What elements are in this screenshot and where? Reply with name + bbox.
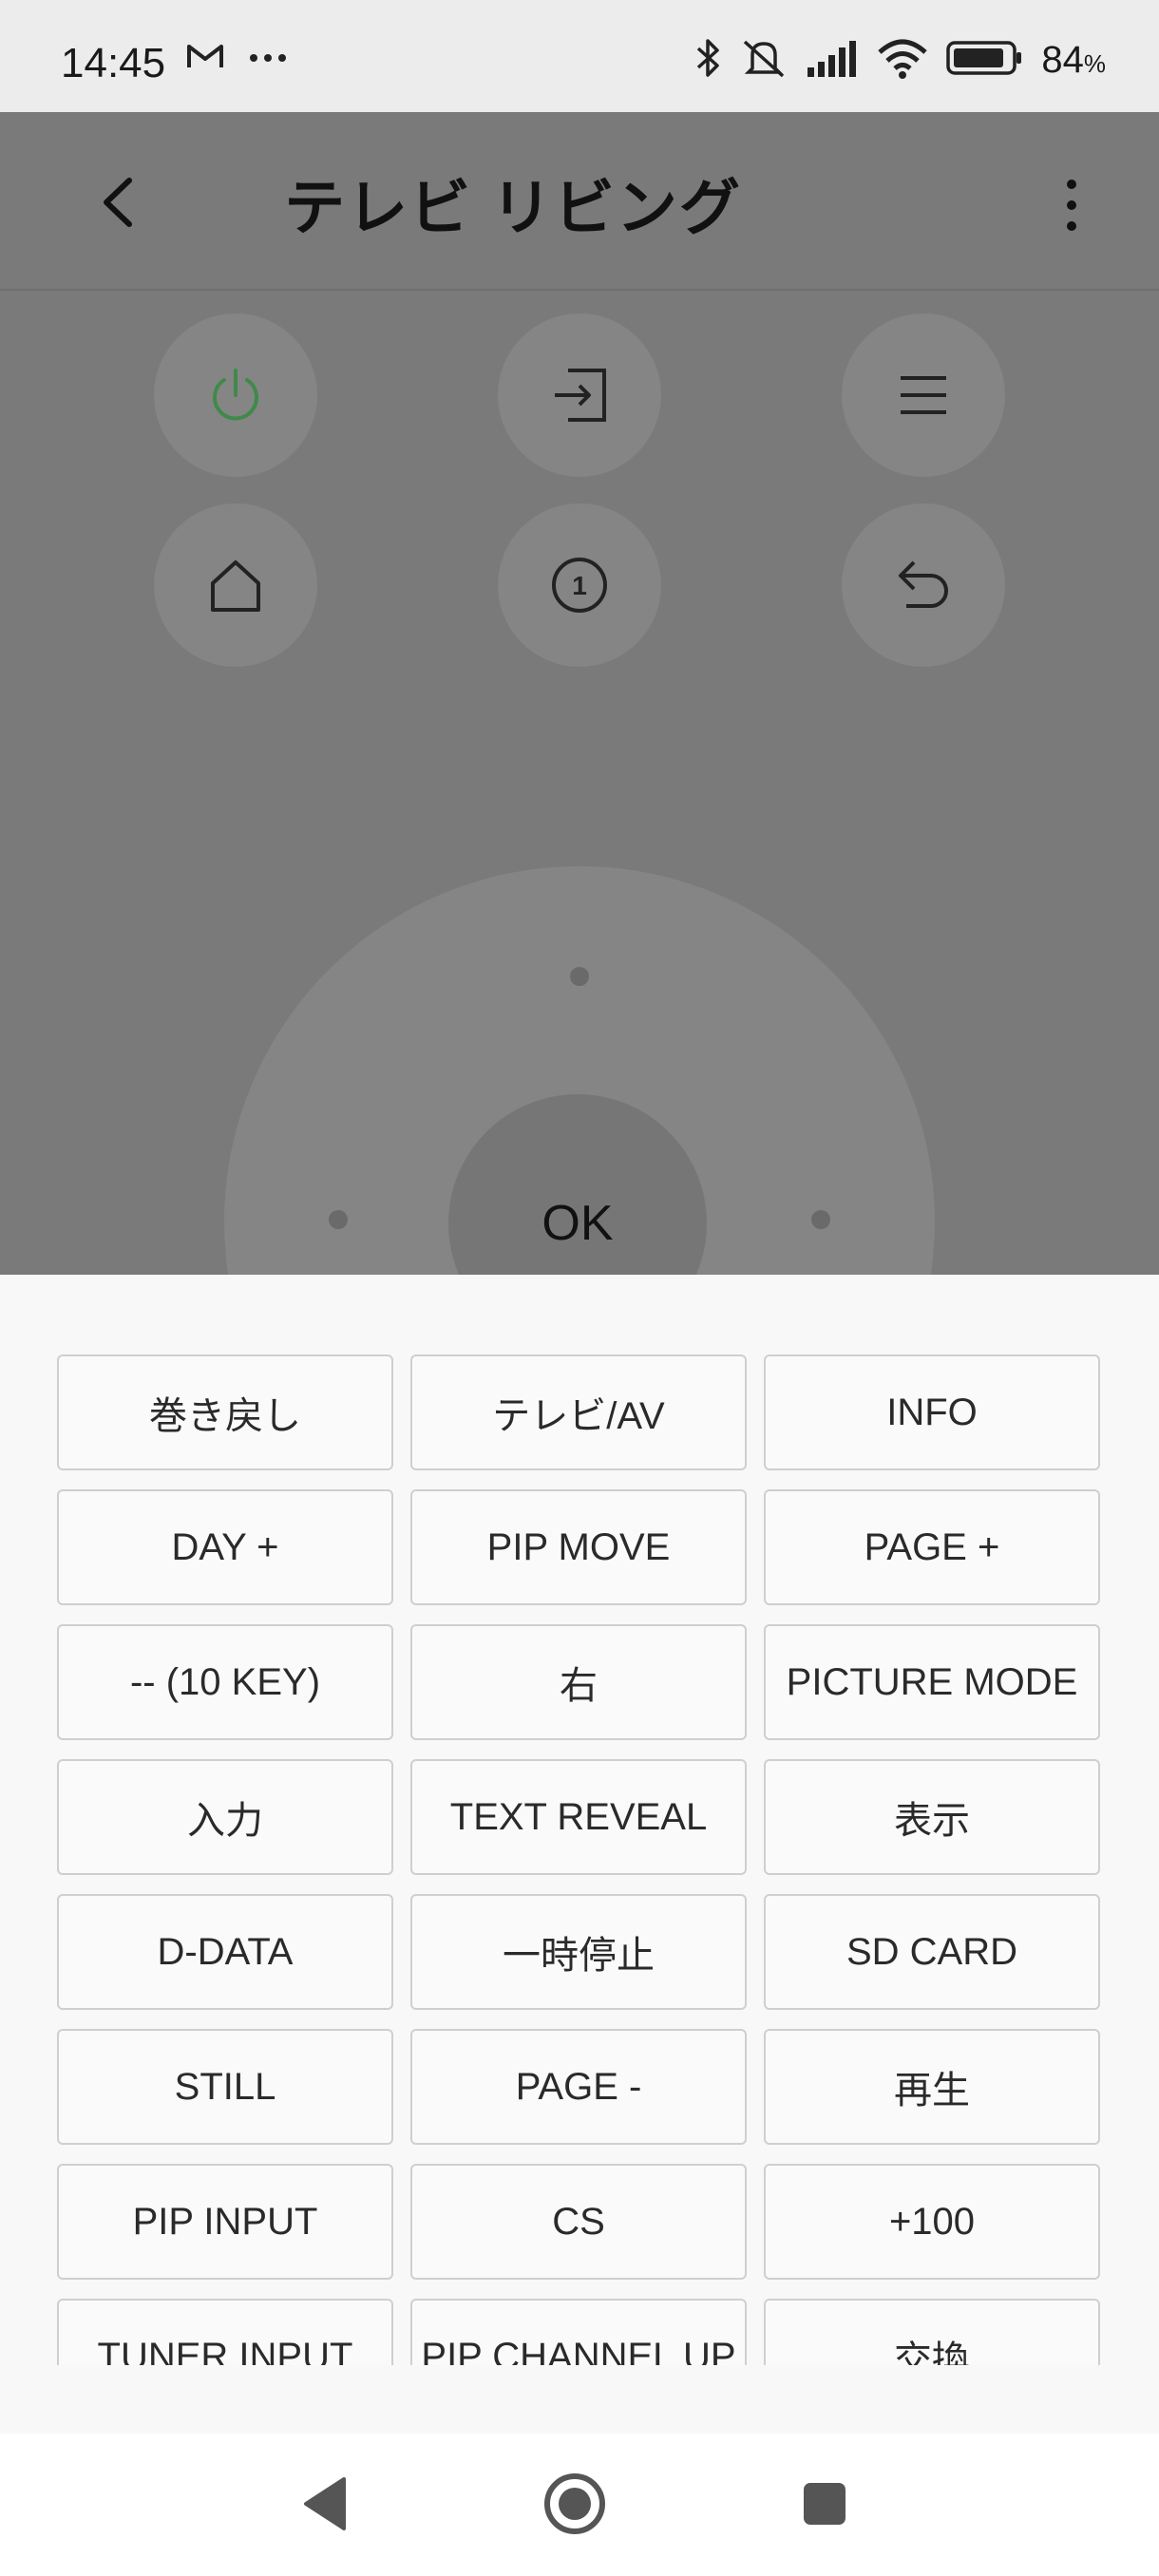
nav-home-button[interactable] (537, 2466, 613, 2542)
key-button[interactable]: PIP MOVE (410, 1489, 747, 1605)
more-vert-icon (1067, 180, 1076, 231)
power-button[interactable] (154, 313, 317, 477)
dpad-up-button[interactable] (570, 967, 589, 986)
nav-back-button[interactable] (287, 2466, 363, 2542)
nav-back-icon (304, 2477, 346, 2530)
input-icon (555, 369, 606, 422)
more-notifications-icon (249, 50, 287, 67)
key-button[interactable]: 右 (410, 1624, 747, 1740)
key-button[interactable]: テレビ/AV (410, 1354, 747, 1470)
status-bar: 14:45 84% (0, 0, 1159, 112)
battery-icon (946, 40, 1024, 81)
bluetooth-icon (694, 36, 722, 85)
nav-home-icon (544, 2473, 605, 2534)
nav-recents-icon (804, 2483, 846, 2525)
ok-label: OK (542, 1196, 614, 1251)
key-button[interactable]: DAY + (57, 1489, 393, 1605)
status-time: 14:45 (61, 40, 166, 86)
key-button[interactable]: PAGE - (410, 2029, 747, 2145)
wifi-icon (876, 37, 929, 84)
key-button[interactable]: TUNER INPUT (57, 2299, 393, 2365)
remote-panel: テレビ リビング 1 OK (0, 112, 1159, 1275)
page-title: テレビ リビング (284, 174, 742, 242)
key-button[interactable]: 再生 (764, 2029, 1100, 2145)
key-button[interactable]: 交換 (764, 2299, 1100, 2365)
dpad: OK (224, 866, 935, 1275)
app-bar: テレビ リビング (0, 112, 1159, 291)
key-button[interactable]: STILL (57, 2029, 393, 2145)
signal-icon (806, 39, 859, 82)
battery-percent: 84% (1041, 39, 1106, 81)
number-one-icon: 1 (552, 558, 607, 613)
key-button[interactable]: 一時停止 (410, 1894, 747, 2010)
key-button[interactable]: PIP CHANNEL UP (410, 2299, 747, 2365)
keys-scroll-area[interactable]: 巻き戻し テレビ/AV INFO DAY + PIP MOVE PAGE + -… (57, 1354, 1102, 2365)
home-icon (211, 560, 260, 612)
key-button[interactable]: TEXT REVEAL (410, 1759, 747, 1875)
home-button[interactable] (154, 503, 317, 667)
hamburger-icon (901, 376, 946, 414)
svg-text:1: 1 (572, 571, 587, 600)
keys-grid: 巻き戻し テレビ/AV INFO DAY + PIP MOVE PAGE + -… (57, 1354, 1102, 2365)
key-button[interactable]: PAGE + (764, 1489, 1100, 1605)
dpad-right-button[interactable] (811, 1210, 830, 1229)
menu-button[interactable] (842, 313, 1005, 477)
key-button[interactable]: -- (10 KEY) (57, 1624, 393, 1740)
key-button[interactable]: 巻き戻し (57, 1354, 393, 1470)
power-icon (213, 369, 258, 421)
number-button[interactable]: 1 (498, 503, 661, 667)
key-button[interactable]: 入力 (57, 1759, 393, 1875)
input-button[interactable] (498, 313, 661, 477)
gmail-icon (186, 42, 224, 75)
ok-button[interactable]: OK (448, 1094, 707, 1275)
return-icon (899, 560, 948, 608)
system-nav-bar (0, 2434, 1159, 2576)
nav-recents-button[interactable] (787, 2466, 863, 2542)
key-button[interactable]: +100 (764, 2164, 1100, 2280)
key-button[interactable]: PIP INPUT (57, 2164, 393, 2280)
key-button[interactable]: D-DATA (57, 1894, 393, 2010)
return-button[interactable] (842, 503, 1005, 667)
key-button[interactable]: 表示 (764, 1759, 1100, 1875)
dpad-left-button[interactable] (329, 1210, 348, 1229)
mute-icon (739, 36, 788, 85)
key-button[interactable]: PICTURE MODE (764, 1624, 1100, 1740)
key-button[interactable]: INFO (764, 1354, 1100, 1470)
extra-keys-sheet: 巻き戻し テレビ/AV INFO DAY + PIP MOVE PAGE + -… (0, 1275, 1159, 2434)
key-button[interactable]: SD CARD (764, 1894, 1100, 2010)
key-button[interactable]: CS (410, 2164, 747, 2280)
more-options-button[interactable] (1054, 171, 1089, 239)
